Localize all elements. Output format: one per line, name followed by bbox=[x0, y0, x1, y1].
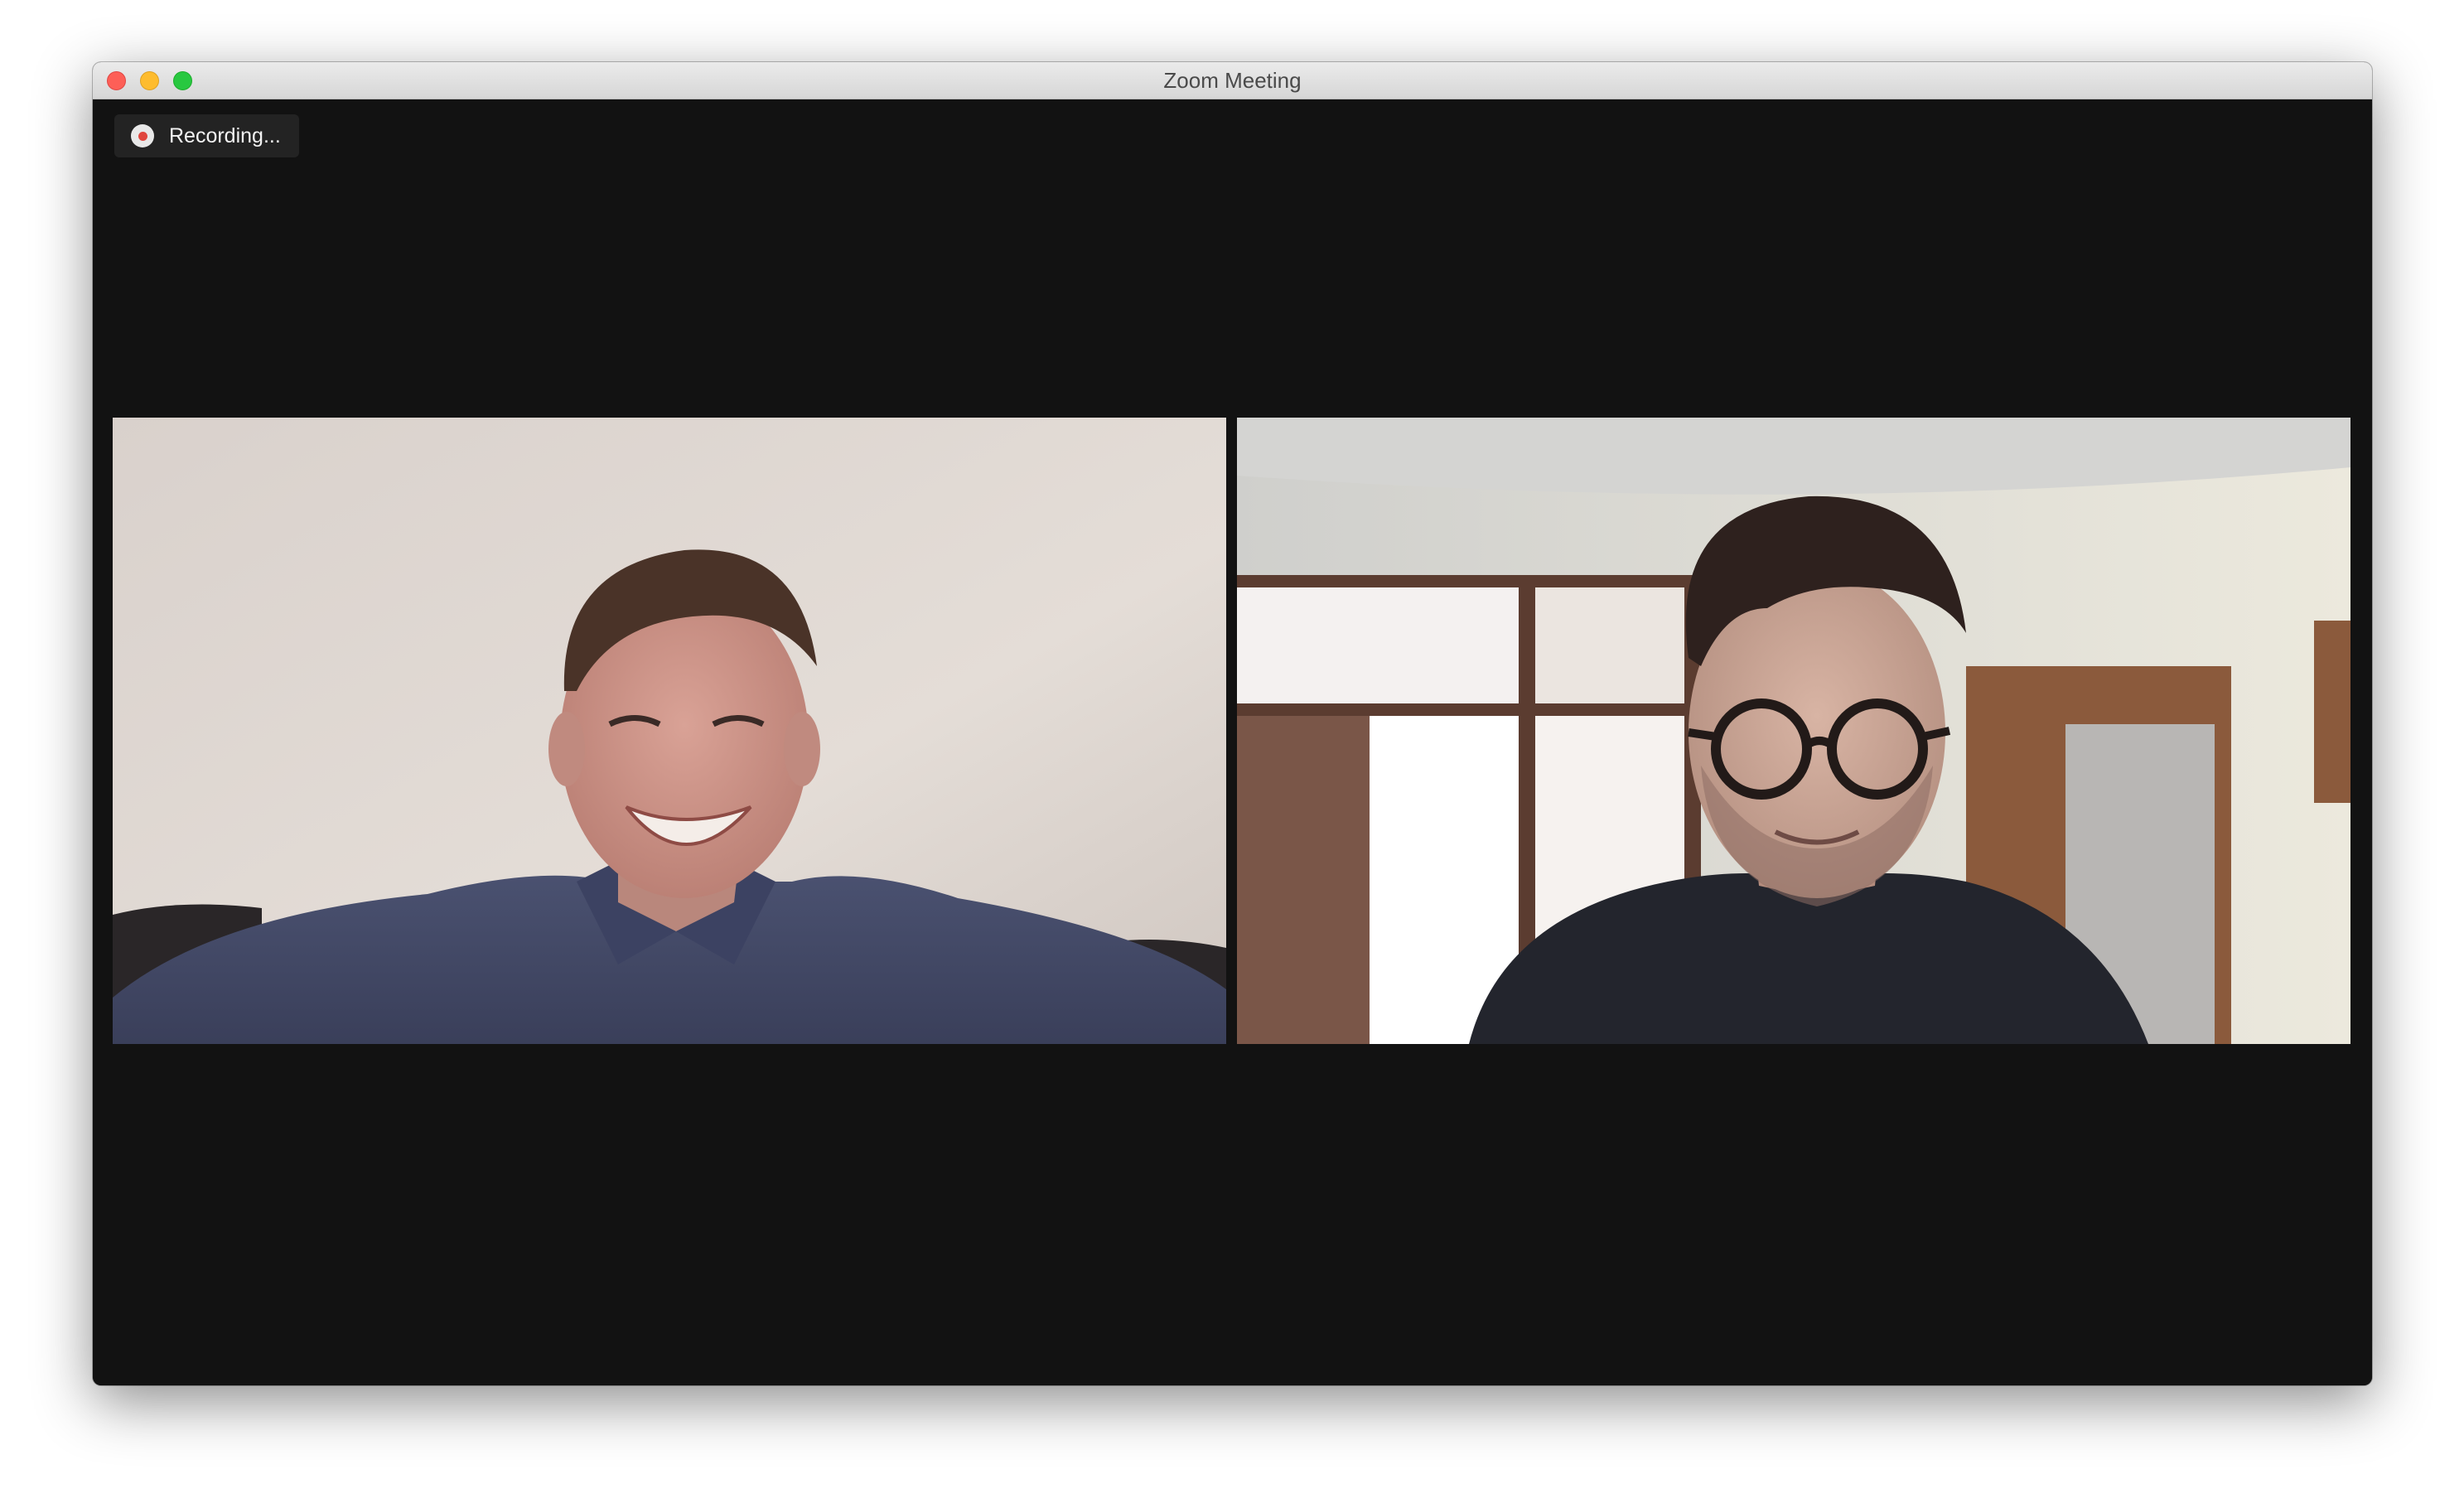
window-title: Zoom Meeting bbox=[1163, 68, 1302, 93]
record-icon bbox=[131, 124, 154, 147]
record-dot bbox=[138, 131, 147, 141]
window-titlebar[interactable]: Zoom Meeting bbox=[93, 62, 2372, 99]
recording-label: Recording... bbox=[169, 123, 281, 147]
participant-video-right-frame bbox=[1237, 418, 2350, 1044]
zoom-meeting-window: Zoom Meeting Recording... bbox=[93, 62, 2372, 1385]
participant-video-right[interactable] bbox=[1237, 418, 2350, 1044]
meeting-content: Recording... bbox=[93, 99, 2372, 1385]
participant-video-left-frame bbox=[113, 418, 1226, 1044]
participant-video-left[interactable] bbox=[113, 418, 1226, 1044]
recording-indicator[interactable]: Recording... bbox=[114, 114, 299, 157]
